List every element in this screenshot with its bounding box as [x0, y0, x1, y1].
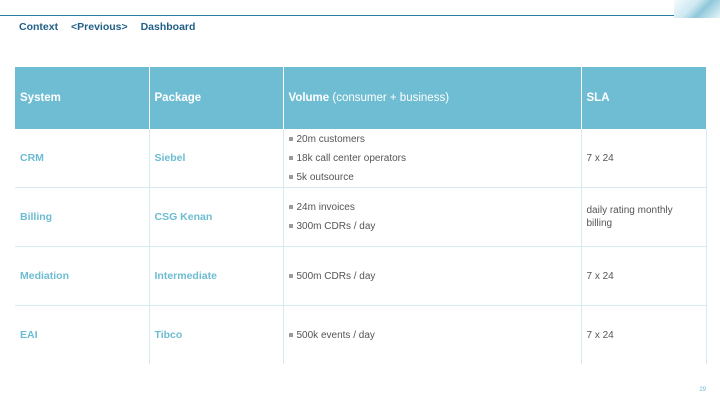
breadcrumb: Context <Previous> Dashboard [19, 21, 205, 33]
corner-logo [674, 0, 720, 18]
systems-table: System Package Volume (consumer + busine… [15, 67, 707, 364]
header-package: Package [149, 67, 284, 129]
volume-list: 500m CDRs / day [288, 267, 576, 286]
header-volume-note: (consumer + business) [329, 92, 450, 104]
header-volume: Volume (consumer + business) [283, 67, 582, 129]
volume-cell: 20m customers 18k call center operators … [283, 129, 582, 188]
volume-cell: 24m invoices 300m CDRs / day [283, 187, 582, 247]
header-sla: SLA [581, 67, 707, 129]
table-row: Mediation Intermediate 500m CDRs / day 7… [15, 246, 707, 306]
header-volume-label: Volume [288, 92, 330, 104]
volume-item: 300m CDRs / day [288, 217, 576, 236]
volume-cell: 500k events / day [283, 305, 582, 364]
breadcrumb-previous-link[interactable]: <Previous> [71, 21, 128, 33]
system-cell: CRM [15, 129, 150, 188]
volume-item: 18k call center operators [288, 149, 576, 168]
page-number: 29 [699, 387, 706, 393]
breadcrumb-dashboard-link[interactable]: Dashboard [141, 21, 196, 33]
table-row: CRM Siebel 20m customers 18k call center… [15, 129, 707, 188]
package-cell: Siebel [149, 129, 284, 188]
sla-cell: 7 x 24 [581, 305, 707, 364]
system-cell: Mediation [15, 246, 150, 306]
sla-cell: 7 x 24 [581, 129, 707, 188]
system-cell: EAI [15, 305, 150, 364]
system-cell: Billing [15, 187, 150, 247]
package-cell: Intermediate [149, 246, 284, 306]
table-row: EAI Tibco 500k events / day 7 x 24 [15, 305, 707, 364]
sla-cell: daily rating monthly billing [581, 187, 707, 247]
volume-list: 20m customers 18k call center operators … [288, 130, 576, 187]
top-divider [0, 15, 682, 16]
volume-item: 500m CDRs / day [288, 267, 576, 286]
volume-item: 500k events / day [288, 326, 576, 345]
table-row: Billing CSG Kenan 24m invoices 300m CDRs… [15, 187, 707, 247]
volume-cell: 500m CDRs / day [283, 246, 582, 306]
volume-item: 20m customers [288, 130, 576, 149]
table-header-row: System Package Volume (consumer + busine… [15, 67, 707, 129]
package-cell: CSG Kenan [149, 187, 284, 247]
header-system: System [15, 67, 150, 129]
sla-cell: 7 x 24 [581, 246, 707, 306]
volume-list: 24m invoices 300m CDRs / day [288, 198, 576, 236]
breadcrumb-context-link[interactable]: Context [19, 21, 58, 33]
volume-item: 5k outsource [288, 168, 576, 187]
volume-list: 500k events / day [288, 326, 576, 345]
volume-item: 24m invoices [288, 198, 576, 217]
package-cell: Tibco [149, 305, 284, 364]
